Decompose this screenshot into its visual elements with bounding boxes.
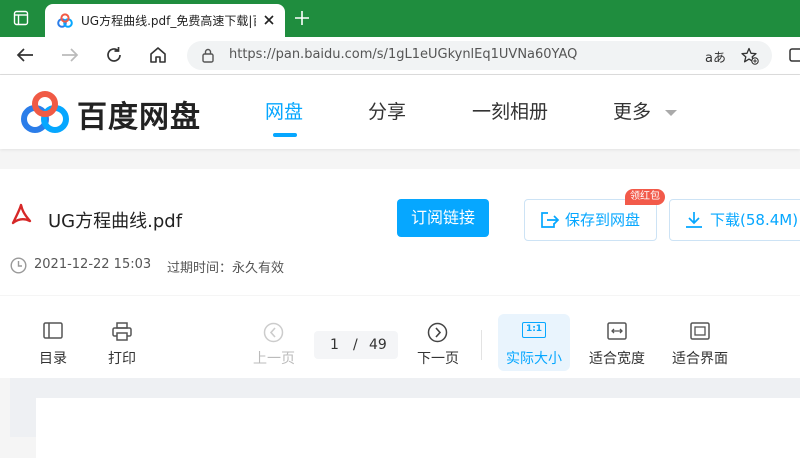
download-label: 下载(58.4M) [710,211,799,229]
nav-more[interactable]: 更多 [613,97,651,124]
prev-page-label: 上一页 [253,351,295,367]
share-date: 2021-12-22 15:03 [34,257,152,272]
toc-button[interactable]: 目录 [30,320,76,368]
collections-icon[interactable] [789,47,800,63]
url-text[interactable]: https://pan.baidu.com/s/1gL1eUGkynlEq1UV… [229,47,577,62]
baidu-netdisk-favicon-icon [57,13,73,29]
download-button[interactable]: 下载(58.4M) [669,199,800,241]
lock-icon[interactable] [201,48,215,63]
viewer-toolbar: 目录 打印 上一页 1 / 49 下一页 1:1 实际大小 适合宽度 适合界面 [0,296,800,378]
actual-size-icon: 1:1 [522,322,546,338]
nav-netdisk[interactable]: 网盘 [265,97,303,124]
print-button[interactable]: 打印 [99,320,145,368]
pdf-page[interactable] [36,398,800,458]
actual-size-button[interactable]: 1:1 实际大小 [498,314,570,371]
next-page-button[interactable]: 下一页 [412,320,464,368]
save-to-netdisk-button[interactable]: 保存到网盘 [524,199,657,241]
forward-icon[interactable] [61,47,79,63]
tab-actions-icon[interactable] [13,10,29,26]
total-pages: 49 [369,337,387,353]
nav-active-indicator [273,133,297,137]
save-icon [540,211,560,229]
fit-width-icon [607,322,627,340]
nav-share[interactable]: 分享 [368,97,406,124]
browser-toolbar: https://pan.baidu.com/s/1gL1eUGkynlEq1UV… [0,37,800,75]
read-aloud-icon[interactable]: aあ [705,47,726,66]
printer-icon [112,322,132,341]
fit-width-button[interactable]: 适合宽度 [585,320,649,368]
logo-text[interactable]: 百度网盘 [77,92,201,136]
chevron-right-circle-icon [427,322,448,343]
actual-size-label: 实际大小 [506,351,562,367]
chevron-left-circle-icon [263,322,284,343]
fit-width-label: 适合宽度 [589,351,645,367]
toc-label: 目录 [39,351,67,367]
expire-time: 过期时间：永久有效 [167,261,285,276]
prev-page-button[interactable]: 上一页 [248,320,300,368]
browser-tab-bar: UG方程曲线.pdf_免费高速下载|百 [0,0,800,37]
back-icon[interactable] [16,47,34,63]
chevron-down-icon[interactable] [664,109,678,117]
favorite-star-icon[interactable] [741,47,759,65]
new-tab-icon[interactable] [295,11,309,25]
download-icon [685,211,703,229]
refresh-icon[interactable] [105,46,123,64]
next-page-label: 下一页 [417,351,459,367]
current-page-input[interactable]: 1 [330,337,339,353]
toc-icon [43,322,63,340]
address-bar[interactable]: https://pan.baidu.com/s/1gL1eUGkynlEq1UV… [187,41,772,70]
clock-icon [10,257,27,274]
page-indicator[interactable]: 1 / 49 [314,331,398,359]
nav-album[interactable]: 一刻相册 [472,97,548,124]
page-separator: / [353,337,358,353]
print-label: 打印 [108,351,136,367]
tab-title: UG方程曲线.pdf_免费高速下载|百 [81,14,256,28]
fit-page-icon [690,322,710,340]
fit-page-button[interactable]: 适合界面 [668,320,732,368]
baidu-netdisk-logo-icon[interactable] [20,91,70,135]
tab-close-icon[interactable] [263,14,275,26]
subscribe-link-button[interactable]: 订阅链接 [397,199,489,237]
toolbar-divider [481,330,482,360]
file-name: UG方程曲线.pdf [48,211,183,232]
site-header: 百度网盘 网盘 分享 一刻相册 更多 [0,75,800,149]
file-info-card: UG方程曲线.pdf 订阅链接 保存到网盘 领红包 下载(58.4M) 2021… [0,169,800,295]
red-envelope-badge[interactable]: 领红包 [625,189,665,205]
fit-page-label: 适合界面 [672,351,728,367]
pdf-file-icon [10,203,32,227]
document-viewer[interactable] [10,378,800,458]
home-icon[interactable] [149,46,167,64]
browser-tab[interactable]: UG方程曲线.pdf_免费高速下载|百 [45,4,285,37]
save-to-netdisk-label: 保存到网盘 [565,211,641,229]
